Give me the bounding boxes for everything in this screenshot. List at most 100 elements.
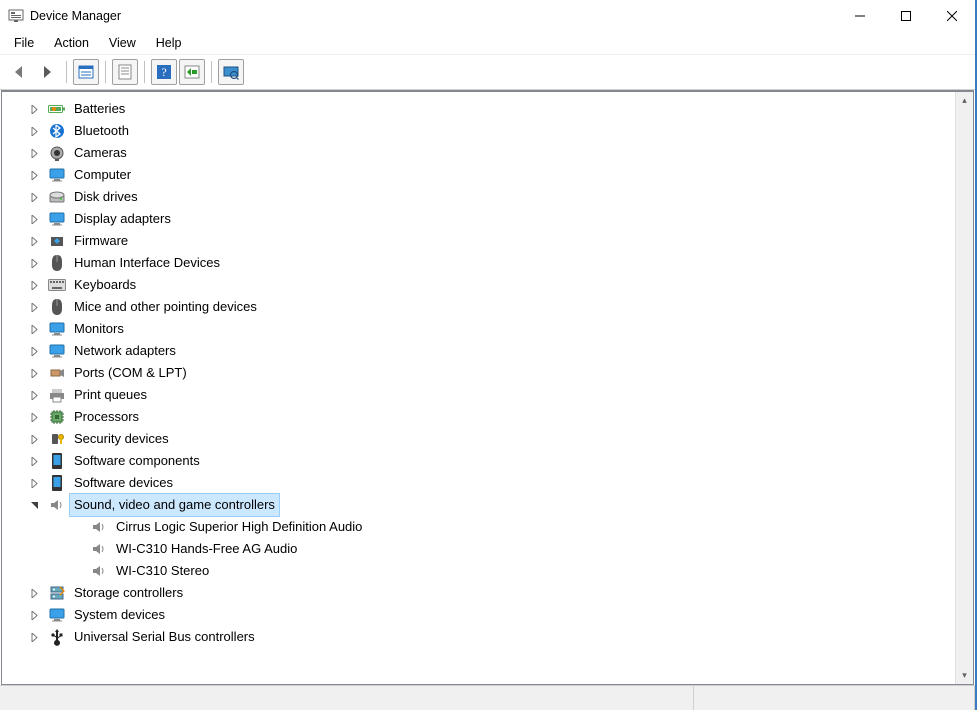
tree-row-wi-c310-stereo[interactable]: WI-C310 Stereo [2, 560, 973, 582]
tree-row-universal-serial-bus-controllers[interactable]: Universal Serial Bus controllers [2, 626, 973, 648]
chevron-right-icon[interactable] [30, 391, 46, 400]
help-button[interactable]: ? [151, 59, 177, 85]
sound-icon [48, 496, 66, 514]
properties-button[interactable] [112, 59, 138, 85]
chevron-right-icon[interactable] [30, 215, 46, 224]
tree-item-label: Human Interface Devices [70, 252, 224, 274]
toolbar: ? [0, 55, 975, 90]
speaker-icon [90, 540, 108, 558]
tree-row-print-queues[interactable]: Print queues [2, 384, 973, 406]
menu-file[interactable]: File [4, 34, 44, 52]
chevron-right-icon[interactable] [30, 281, 46, 290]
chevron-right-icon[interactable] [30, 479, 46, 488]
menu-view[interactable]: View [99, 34, 146, 52]
scroll-down-icon[interactable]: ▾ [956, 667, 973, 684]
action-events-button[interactable] [179, 59, 205, 85]
chevron-right-icon[interactable] [30, 237, 46, 246]
chevron-right-icon[interactable] [30, 193, 46, 202]
device-tree[interactable]: BatteriesBluetoothCamerasComputerDisk dr… [2, 92, 973, 684]
tree-row-mice-and-other-pointing-devices[interactable]: Mice and other pointing devices [2, 296, 973, 318]
toolbar-separator [66, 61, 67, 83]
menu-action[interactable]: Action [44, 34, 99, 52]
tree-item-label: Keyboards [70, 274, 140, 296]
tree-row-disk-drives[interactable]: Disk drives [2, 186, 973, 208]
sw-dev-icon [48, 474, 66, 492]
chevron-right-icon[interactable] [30, 171, 46, 180]
back-button[interactable] [6, 59, 32, 85]
speaker-icon [90, 518, 108, 536]
toolbar-separator [105, 61, 106, 83]
vertical-scrollbar[interactable]: ▴ ▾ [955, 92, 973, 684]
tree-item-label: Cameras [70, 142, 131, 164]
network-icon [48, 342, 66, 360]
tree-panel: BatteriesBluetoothCamerasComputerDisk dr… [1, 90, 974, 685]
svg-text:?: ? [161, 65, 166, 79]
forward-button[interactable] [34, 59, 60, 85]
status-pane [694, 686, 975, 710]
usb-icon [48, 628, 66, 646]
firmware-icon [48, 232, 66, 250]
tree-item-label: Security devices [70, 428, 173, 450]
tree-row-keyboards[interactable]: Keyboards [2, 274, 973, 296]
maximize-button[interactable] [883, 0, 929, 32]
keyboard-icon [48, 276, 66, 294]
window-title: Device Manager [30, 9, 121, 23]
tree-row-sound-video-and-game-controllers[interactable]: Sound, video and game controllers [2, 494, 973, 516]
chevron-right-icon[interactable] [30, 105, 46, 114]
tree-row-processors[interactable]: Processors [2, 406, 973, 428]
tree-row-monitors[interactable]: Monitors [2, 318, 973, 340]
tree-item-label: Cirrus Logic Superior High Definition Au… [112, 516, 366, 538]
chevron-right-icon[interactable] [30, 435, 46, 444]
show-hide-console-tree-button[interactable] [73, 59, 99, 85]
chevron-right-icon[interactable] [30, 303, 46, 312]
tree-row-software-devices[interactable]: Software devices [2, 472, 973, 494]
menu-help[interactable]: Help [146, 34, 192, 52]
chevron-right-icon[interactable] [30, 149, 46, 158]
storage-icon [48, 584, 66, 602]
tree-item-label: Network adapters [70, 340, 180, 362]
tree-row-firmware[interactable]: Firmware [2, 230, 973, 252]
tree-row-ports-com-lpt[interactable]: Ports (COM & LPT) [2, 362, 973, 384]
tree-row-storage-controllers[interactable]: Storage controllers [2, 582, 973, 604]
tree-row-computer[interactable]: Computer [2, 164, 973, 186]
tree-row-bluetooth[interactable]: Bluetooth [2, 120, 973, 142]
minimize-button[interactable] [837, 0, 883, 32]
tree-item-label: Bluetooth [70, 120, 133, 142]
tree-item-label: WI-C310 Hands-Free AG Audio [112, 538, 301, 560]
computer-icon [48, 166, 66, 184]
tree-row-cameras[interactable]: Cameras [2, 142, 973, 164]
tree-row-display-adapters[interactable]: Display adapters [2, 208, 973, 230]
chevron-right-icon[interactable] [30, 347, 46, 356]
chevron-right-icon[interactable] [30, 369, 46, 378]
speaker-icon [90, 562, 108, 580]
tree-item-label: Ports (COM & LPT) [70, 362, 191, 384]
tree-item-label: System devices [70, 604, 169, 626]
hid-icon [48, 254, 66, 272]
tree-row-network-adapters[interactable]: Network adapters [2, 340, 973, 362]
chevron-right-icon[interactable] [30, 325, 46, 334]
chevron-right-icon[interactable] [30, 127, 46, 136]
tree-item-label: Software components [70, 450, 204, 472]
chevron-right-icon[interactable] [30, 259, 46, 268]
chevron-down-icon[interactable] [30, 501, 46, 510]
tree-row-batteries[interactable]: Batteries [2, 98, 973, 120]
tree-item-label: Display adapters [70, 208, 175, 230]
window-controls [837, 0, 975, 32]
tree-item-label: Computer [70, 164, 135, 186]
device-manager-window: Device Manager File Action View Help [0, 0, 977, 710]
tree-row-wi-c310-hands-free-ag-audio[interactable]: WI-C310 Hands-Free AG Audio [2, 538, 973, 560]
tree-item-label: Processors [70, 406, 143, 428]
scan-hardware-button[interactable] [218, 59, 244, 85]
chevron-right-icon[interactable] [30, 611, 46, 620]
tree-row-human-interface-devices[interactable]: Human Interface Devices [2, 252, 973, 274]
close-button[interactable] [929, 0, 975, 32]
tree-row-software-components[interactable]: Software components [2, 450, 973, 472]
chevron-right-icon[interactable] [30, 413, 46, 422]
tree-row-security-devices[interactable]: Security devices [2, 428, 973, 450]
tree-row-system-devices[interactable]: System devices [2, 604, 973, 626]
chevron-right-icon[interactable] [30, 589, 46, 598]
scroll-up-icon[interactable]: ▴ [956, 92, 973, 109]
tree-row-cirrus-logic-superior-high-definition-audio[interactable]: Cirrus Logic Superior High Definition Au… [2, 516, 973, 538]
chevron-right-icon[interactable] [30, 457, 46, 466]
chevron-right-icon[interactable] [30, 633, 46, 642]
